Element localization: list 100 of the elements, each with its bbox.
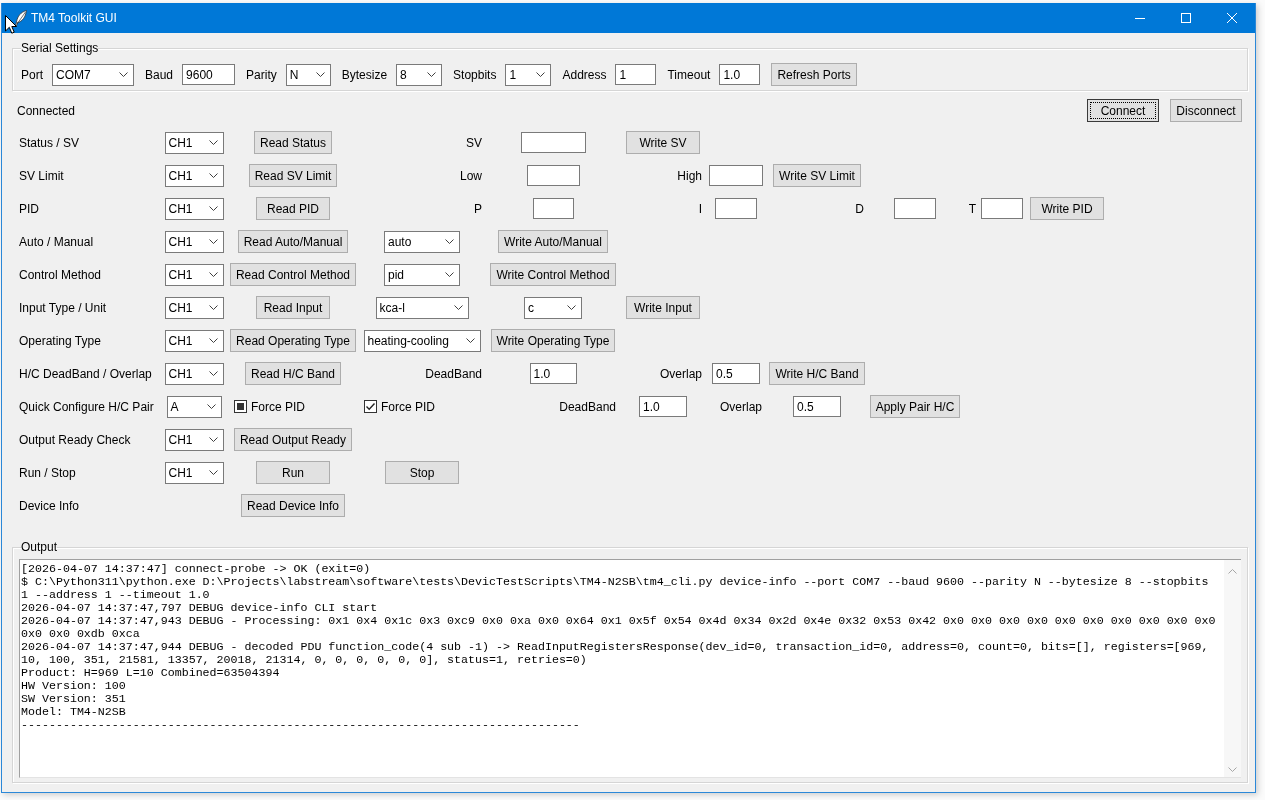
value-dropdown[interactable]: c — [524, 296, 582, 319]
close-icon — [1227, 13, 1237, 23]
input-field[interactable]: 1.0 — [719, 64, 761, 85]
field-label: Port — [21, 67, 43, 82]
dropdown[interactable]: COM7 — [52, 63, 134, 86]
chevron-down-icon — [208, 173, 218, 178]
group-title: Output — [21, 539, 58, 555]
log-line: 0x0 0x0 0xdb 0xca — [21, 627, 141, 640]
input-field[interactable] — [981, 198, 1023, 219]
checkbox-label: Force PID — [251, 399, 305, 414]
field-label: Address — [562, 67, 607, 82]
field-label: Stopbits — [453, 67, 497, 82]
action-button[interactable]: Read H/C Band — [244, 362, 341, 385]
action-button[interactable]: Read Input — [256, 296, 330, 319]
action-button[interactable]: Write Operating Type — [490, 329, 616, 352]
feather-icon — [15, 10, 27, 26]
field-label: Overlap — [719, 399, 762, 414]
action-button[interactable]: Write PID — [1030, 197, 1104, 220]
action-button[interactable]: Run — [256, 461, 330, 484]
chevron-down-icon — [208, 338, 218, 343]
input-field[interactable] — [715, 198, 757, 219]
chevron-up-icon — [1228, 569, 1237, 574]
selector-dropdown[interactable]: CH1 — [164, 362, 224, 385]
value-dropdown[interactable]: heating-cooling — [363, 329, 481, 352]
selector-dropdown[interactable]: CH1 — [164, 131, 224, 154]
action-button[interactable]: Read Output Ready — [233, 428, 353, 451]
chevron-down-icon — [208, 206, 218, 211]
selector-dropdown[interactable]: CH1 — [164, 428, 224, 451]
value-dropdown[interactable]: kca-l — [375, 296, 469, 319]
action-button[interactable]: Read Device Info — [240, 494, 346, 517]
selector-dropdown[interactable]: A — [166, 395, 222, 418]
window-title: TM4 Toolkit GUI — [31, 11, 117, 25]
input-field[interactable]: 1.0 — [639, 396, 687, 417]
cursor-icon — [5, 15, 17, 34]
chevron-down-icon — [208, 371, 218, 376]
action-button[interactable]: Write Control Method — [490, 263, 616, 286]
action-button[interactable]: Read PID — [256, 197, 330, 220]
selector-dropdown[interactable]: CH1 — [164, 164, 224, 187]
value-dropdown[interactable]: auto — [384, 230, 460, 253]
field-label: Overlap — [659, 366, 702, 381]
action-button[interactable]: Disconnect — [1170, 99, 1242, 122]
checkbox[interactable] — [364, 400, 377, 413]
action-button[interactable]: Apply Pair H/C — [869, 395, 961, 418]
minimize-icon — [1135, 17, 1145, 19]
chevron-down-icon — [445, 272, 454, 277]
action-button[interactable]: Write Auto/Manual — [498, 230, 608, 253]
selector-dropdown[interactable]: CH1 — [164, 263, 224, 286]
action-button[interactable]: Read Status — [253, 131, 332, 154]
action-button[interactable]: Read Operating Type — [230, 329, 356, 352]
input-field[interactable]: 0.5 — [712, 363, 760, 384]
action-button[interactable]: Read Auto/Manual — [237, 230, 349, 253]
input-field[interactable]: 1 — [615, 64, 657, 85]
input-field[interactable] — [532, 198, 574, 219]
chevron-down-icon — [208, 305, 218, 310]
row-label: Auto / Manual — [19, 234, 94, 249]
action-button[interactable]: Stop — [385, 461, 459, 484]
input-field[interactable] — [526, 165, 580, 186]
action-button[interactable]: Write SV Limit — [773, 164, 861, 187]
input-field[interactable] — [709, 165, 763, 186]
action-button[interactable]: Write H/C Band — [769, 362, 865, 385]
input-field[interactable]: 0.5 — [793, 396, 841, 417]
field-label: Low — [460, 168, 482, 183]
dropdown[interactable]: 8 — [396, 63, 443, 86]
dropdown[interactable]: 1 — [505, 63, 552, 86]
selector-dropdown[interactable]: CH1 — [164, 197, 224, 220]
row-label: Run / Stop — [19, 465, 76, 480]
input-field[interactable]: 1.0 — [529, 363, 577, 384]
chevron-down-icon — [427, 72, 437, 77]
input-field[interactable] — [894, 198, 936, 219]
log-line: 10, 100, 351, 21581, 13357, 20018, 21314, 0, 0, 0, 0, 0, 0], status=1, retries=0) — [21, 653, 588, 666]
field-label: SV — [466, 135, 482, 150]
connection-status: Connected — [17, 103, 77, 118]
checkbox[interactable] — [234, 400, 247, 413]
selector-dropdown[interactable]: CH1 — [164, 230, 224, 253]
action-button[interactable]: Write Input — [626, 296, 700, 319]
selector-dropdown[interactable]: CH1 — [164, 329, 224, 352]
chevron-down-icon — [315, 72, 325, 77]
chevron-down-icon — [208, 470, 218, 475]
log-line: 2026-04-07 14:37:47,797 DEBUG device-info CLI start — [21, 601, 379, 614]
scrollbar[interactable] — [1224, 560, 1241, 777]
chevron-down-icon — [208, 239, 218, 244]
maximize-icon — [1181, 13, 1191, 23]
value-dropdown[interactable]: pid — [384, 263, 460, 286]
action-button[interactable]: Connect — [1087, 99, 1159, 122]
action-button[interactable]: Read SV Limit — [248, 164, 338, 187]
field-label: Timeout — [667, 67, 711, 82]
row-label: Control Method — [19, 267, 102, 282]
action-button[interactable]: Write SV — [626, 131, 700, 154]
input-field[interactable]: 9600 — [182, 64, 236, 85]
field-label: I — [698, 201, 702, 216]
refresh-button[interactable]: Refresh Ports — [771, 63, 857, 86]
action-button[interactable]: Read Control Method — [229, 263, 357, 286]
chevron-down-icon — [536, 72, 546, 77]
log-line: 1 --address 1 --timeout 1.0 — [21, 588, 211, 601]
chevron-down-icon — [445, 239, 454, 244]
selector-dropdown[interactable]: CH1 — [164, 296, 224, 319]
dropdown[interactable]: N — [285, 63, 331, 86]
input-field[interactable] — [520, 132, 586, 153]
selector-dropdown[interactable]: CH1 — [164, 461, 224, 484]
row-label: Device Info — [19, 498, 80, 513]
